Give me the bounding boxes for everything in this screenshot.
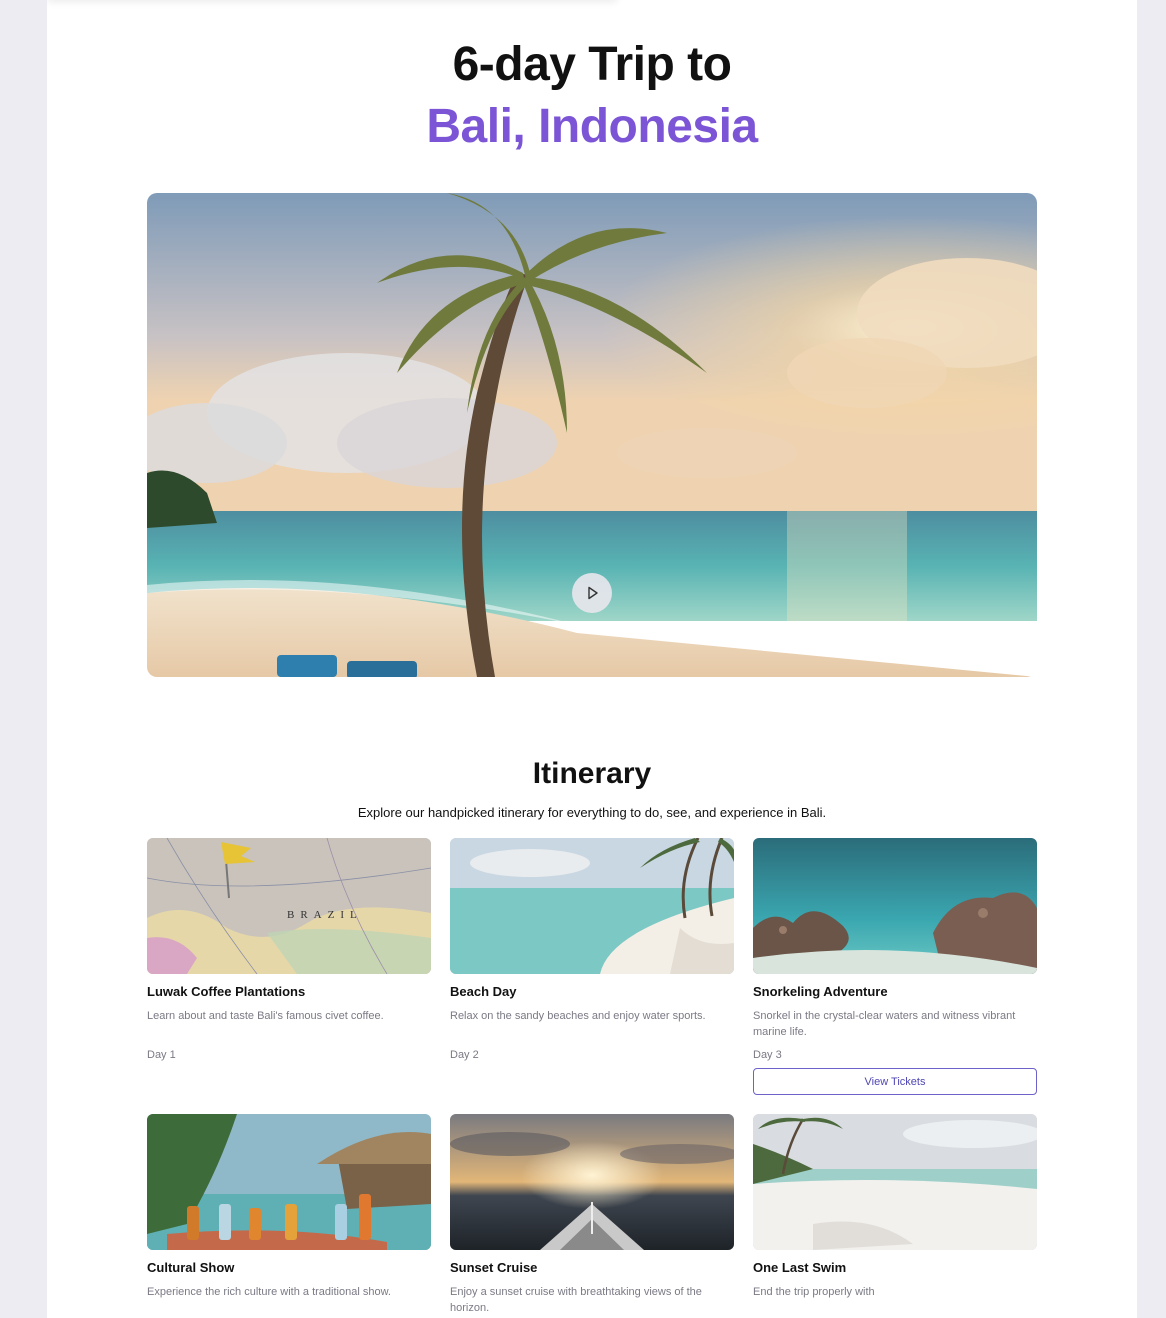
itinerary-card[interactable]: BRAZIL Luwak Coffee Plantations Learn ab… [147, 838, 431, 1061]
play-icon [588, 586, 598, 600]
card-day: Day 2 [450, 1049, 479, 1061]
itinerary-card[interactable]: Beach Day Relax on the sandy beaches and… [450, 838, 734, 1061]
card-description: Snorkel in the crystal-clear waters and … [753, 1010, 1016, 1038]
card-description: Relax on the sandy beaches and enjoy wat… [450, 1010, 706, 1022]
itinerary-subtitle: Explore our handpicked itinerary for eve… [357, 805, 827, 820]
page-title: 6-day Trip to Bali, Indonesia [47, 34, 1137, 158]
card-image [753, 838, 1037, 974]
title-destination: Bali, Indonesia [426, 100, 758, 153]
card-description: Learn about and taste Bali's famous cive… [147, 1010, 384, 1022]
card-description: Experience the rich culture with a tradi… [147, 1286, 391, 1298]
card-day: Day 3 [753, 1049, 782, 1061]
card-title: One Last Swim [753, 1260, 847, 1275]
card-title: Sunset Cruise [450, 1260, 538, 1275]
card-day: Day 1 [147, 1049, 176, 1061]
itinerary-card[interactable]: One Last Swim End the trip properly with [753, 1114, 1037, 1300]
itinerary-card[interactable]: Cultural Show Experience the rich cultur… [147, 1114, 431, 1300]
card-image [450, 1114, 734, 1250]
itinerary-card[interactable]: Snorkeling Adventure Snorkel in the crys… [753, 838, 1037, 1095]
page-container: 6-day Trip to Bali, Indonesia Itinerary … [47, 0, 1137, 1318]
card-title: Cultural Show [147, 1260, 235, 1275]
hero-video[interactable] [147, 193, 1037, 677]
card-image [753, 1114, 1037, 1250]
card-description: Enjoy a sunset cruise with breathtaking … [450, 1286, 702, 1314]
card-description: End the trip properly with [753, 1286, 875, 1298]
card-image [450, 838, 734, 974]
card-image: BRAZIL [147, 838, 431, 974]
svg-text:BRAZIL: BRAZIL [287, 909, 363, 921]
card-title: Luwak Coffee Plantations [147, 984, 306, 999]
card-title: Snorkeling Adventure [753, 984, 888, 999]
itinerary-title: Itinerary [532, 757, 652, 790]
card-title: Beach Day [450, 984, 517, 999]
card-image [147, 1114, 431, 1250]
play-button[interactable] [572, 573, 612, 613]
view-tickets-button[interactable]: View Tickets [753, 1068, 1037, 1095]
itinerary-card[interactable]: Sunset Cruise Enjoy a sunset cruise with… [450, 1114, 734, 1316]
title-line-1: 6-day Trip to [452, 38, 732, 91]
